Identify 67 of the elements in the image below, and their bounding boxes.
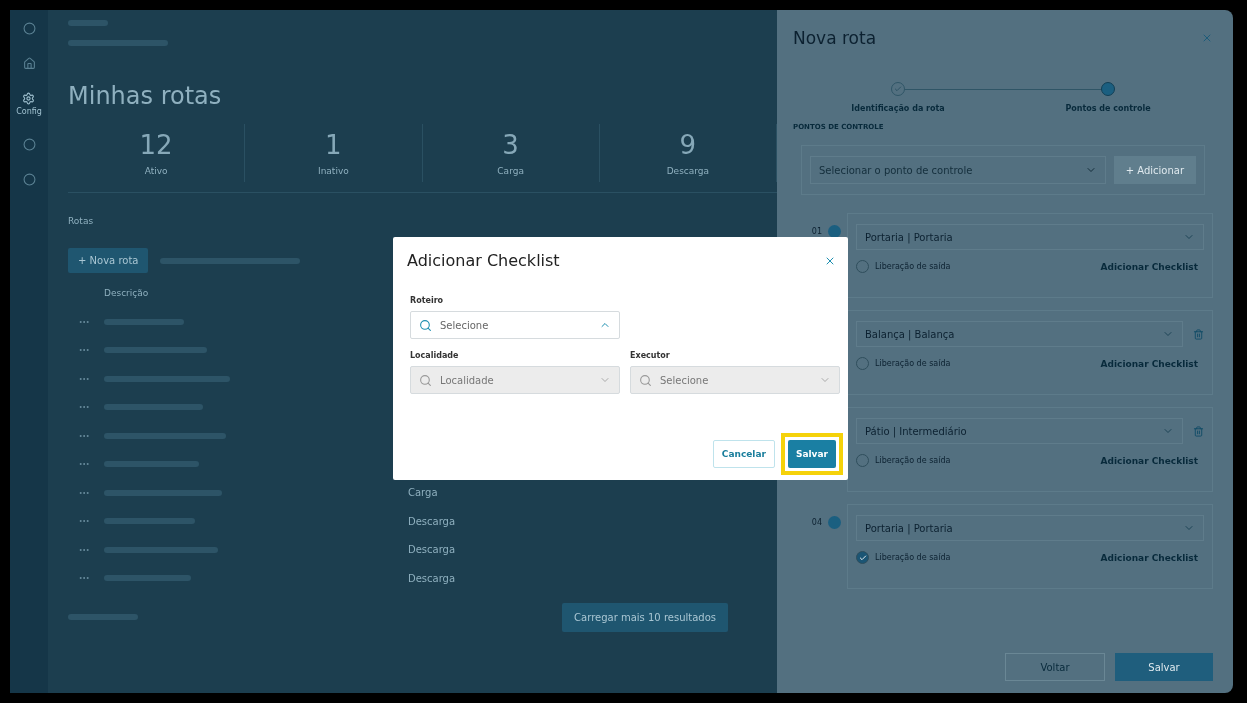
step-label: Pontos de controle (1065, 104, 1151, 113)
checkpoint-select[interactable]: Pátio | Intermediário (856, 418, 1183, 444)
stat-value: 1 (325, 130, 342, 160)
check-icon (858, 553, 867, 562)
close-icon (1201, 32, 1213, 44)
stat-label: Carga (497, 166, 524, 176)
pagination-blur (68, 614, 138, 620)
sidebar-item[interactable] (22, 138, 36, 151)
checkpoint-number: 04 (811, 517, 822, 529)
section-title: Rotas (68, 216, 94, 226)
back-button[interactable]: Voltar (1005, 653, 1105, 681)
checkbox-label: Liberação de saída (875, 553, 951, 562)
checkpoint-select[interactable]: Portaria | Portaria (856, 224, 1204, 250)
checkbox-label: Liberação de saída (875, 456, 951, 465)
select-field[interactable]: Selecione (410, 311, 620, 339)
column-header: Descrição (104, 288, 149, 299)
sidebar-item[interactable] (22, 173, 36, 186)
save-button[interactable]: Salvar (1115, 653, 1213, 681)
stat-label: Descarga (666, 166, 710, 176)
stat-value: 9 (679, 130, 697, 160)
load-more-button[interactable]: Carregar mais 10 resultados (562, 602, 728, 632)
timeline-dot (828, 516, 841, 529)
sidebar-label: Config (16, 107, 42, 116)
add-checklist-link[interactable]: Adicionar Checklist (1094, 454, 1204, 467)
table-cell: Descarga (408, 572, 456, 584)
checkpoint-select[interactable]: Selecionar o ponto de controle (810, 156, 1106, 184)
cancel-button[interactable]: Cancelar (712, 440, 775, 468)
circle-icon (22, 22, 36, 35)
modal-title: Adicionar Checklist (407, 251, 560, 270)
checkbox-label: Liberação de saída (875, 262, 951, 271)
step-label: Identificação da rota (851, 104, 945, 113)
field-label: Executor (630, 351, 671, 360)
home-icon (22, 57, 36, 70)
add-button[interactable]: + Adicionar (1113, 156, 1196, 184)
trash-icon[interactable] (1193, 425, 1204, 437)
stat-value: 12 (139, 130, 173, 160)
field-label: Roteiro (410, 296, 445, 305)
checkpoint-select[interactable]: Portaria | Portaria (856, 515, 1204, 541)
checkbox-label: Liberação de saída (875, 359, 951, 368)
checkpoint-number: 01 (811, 226, 822, 238)
stat-label: Inativo (318, 166, 349, 176)
settings-icon (22, 92, 36, 105)
stat-value: 3 (502, 130, 519, 160)
sidebar-item[interactable] (22, 22, 36, 35)
page-title: Minhas rotas (68, 82, 223, 110)
add-checklist-link[interactable]: Adicionar Checklist (1094, 260, 1204, 273)
new-route-button[interactable]: + Nova rota (68, 248, 149, 273)
table-cell: Carga (408, 487, 438, 499)
add-checklist-link[interactable]: Adicionar Checklist (1094, 551, 1204, 564)
search-icon (419, 318, 432, 332)
sidebar-item[interactable]: Config (16, 92, 42, 116)
table-cell: Descarga (408, 515, 456, 527)
trash-icon[interactable] (1193, 328, 1204, 340)
circle-icon (22, 138, 36, 151)
checkbox[interactable] (856, 551, 869, 564)
search-icon (419, 373, 432, 387)
table-cell: Descarga (408, 544, 456, 556)
logo-text-blur (68, 20, 108, 26)
search-icon (639, 373, 652, 387)
sidebar-item[interactable] (22, 57, 36, 70)
save-button[interactable]: Salvar (787, 440, 836, 468)
circle-icon (22, 173, 36, 186)
add-checklist-link[interactable]: Adicionar Checklist (1094, 357, 1204, 370)
field-label: Localidade (410, 351, 460, 360)
panel-title: Nova rota (793, 28, 877, 48)
checkpoint-select[interactable]: Balança | Balança (856, 321, 1183, 347)
stat-label: Ativo (144, 166, 168, 176)
